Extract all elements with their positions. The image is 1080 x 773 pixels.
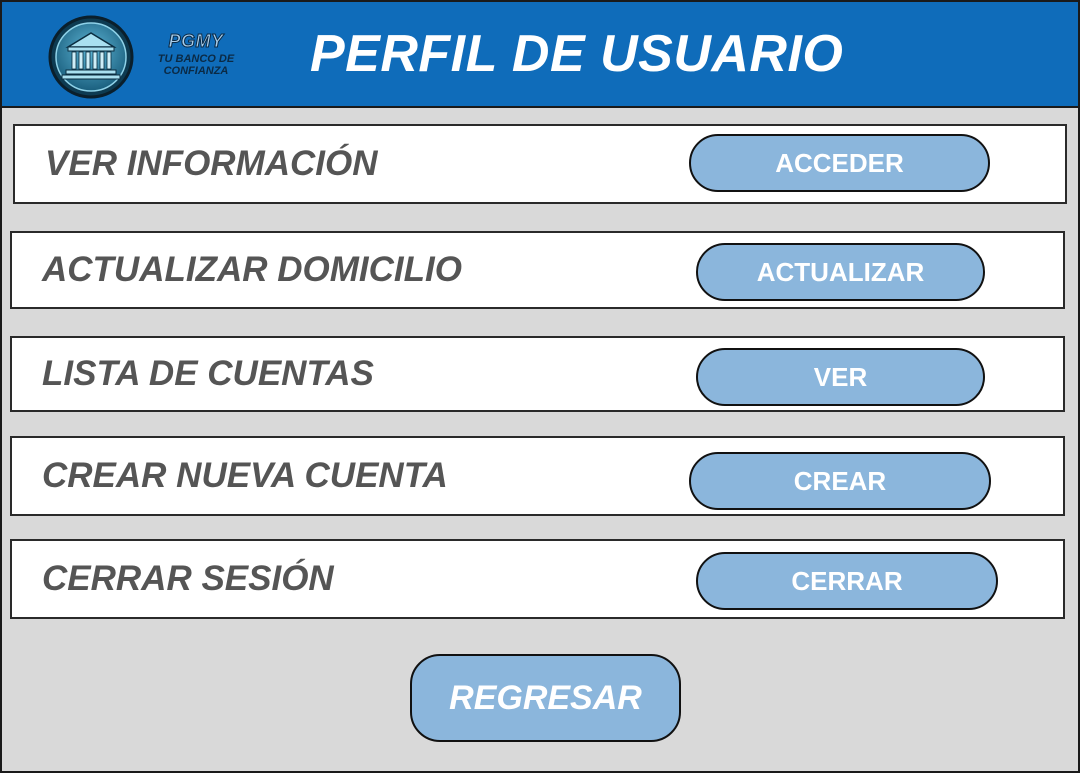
bank-building-icon [48,15,134,99]
regresar-button[interactable]: REGRESAR [410,654,681,742]
option-row-lista-de-cuentas: LISTA DE CUENTAS VER [10,336,1065,412]
option-row-actualizar-domicilio: ACTUALIZAR DOMICILIO ACTUALIZAR [10,231,1065,309]
option-label: CERRAR SESIÓN [42,559,334,598]
page-title: PERFIL DE USUARIO [310,25,844,83]
actualizar-button[interactable]: ACTUALIZAR [696,243,985,301]
option-label: ACTUALIZAR DOMICILIO [42,250,462,289]
option-label: LISTA DE CUENTAS [42,354,374,393]
logo-tagline: TU BANCO DE CONFIANZA [157,53,235,77]
option-label: CREAR NUEVA CUENTA [42,456,448,495]
option-row-ver-informacion: VER INFORMACIÓN ACCEDER [13,124,1067,204]
crear-button[interactable]: CREAR [689,452,991,510]
ver-button[interactable]: VER [696,348,985,406]
option-label: VER INFORMACIÓN [45,144,378,183]
logo-wordmark: PGMY TU BANCO DE CONFIANZA [150,31,242,78]
cerrar-button[interactable]: CERRAR [696,552,998,610]
app-frame: PGMY TU BANCO DE CONFIANZA PERFIL DE USUA… [0,0,1080,773]
option-row-cerrar-sesion: CERRAR SESIÓN CERRAR [10,539,1065,619]
acceder-button[interactable]: ACCEDER [689,134,990,192]
header-bar: PGMY TU BANCO DE CONFIANZA PERFIL DE USUA… [2,2,1078,108]
logo-brand: PGMY [168,31,224,51]
option-row-crear-nueva-cuenta: CREAR NUEVA CUENTA CREAR [10,436,1065,516]
